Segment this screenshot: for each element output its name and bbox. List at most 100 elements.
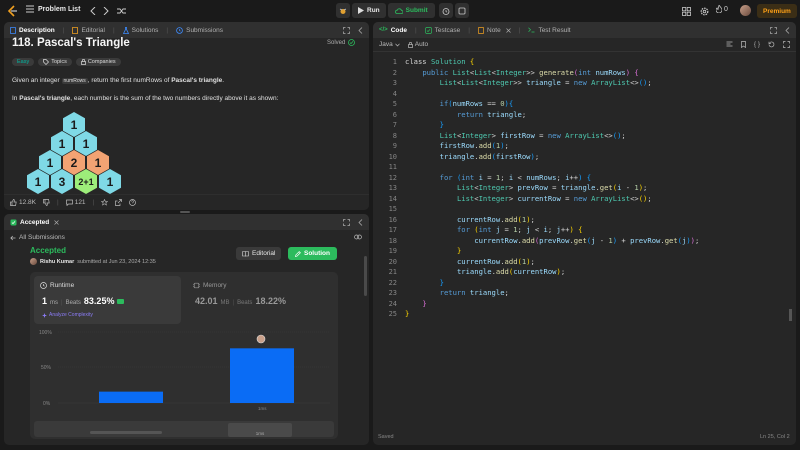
code-line[interactable]: 21 triangle.add(currentRow);	[373, 267, 791, 278]
triangle-cell: 2+1	[75, 169, 97, 194]
code-line[interactable]: 8 List<Integer> firstRow = new ArrayList…	[373, 131, 791, 142]
submit-button[interactable]: Submit	[387, 3, 435, 18]
tab-test-result[interactable]: Test Result	[528, 27, 571, 34]
next-problem-chevron-right-icon[interactable]	[101, 5, 111, 17]
submitter-name[interactable]: Rishu Kumar	[40, 259, 74, 265]
thumbs-down-icon[interactable]	[43, 199, 50, 206]
chart-bar[interactable]	[99, 391, 163, 403]
tab-solutions[interactable]: Solutions	[122, 27, 158, 34]
braces-icon[interactable]: { }	[754, 41, 760, 48]
maximize-icon[interactable]	[770, 26, 777, 34]
code-text: }	[439, 277, 444, 287]
code-line[interactable]: 13 List<Integer> prevRow = triangle.get(…	[373, 183, 791, 194]
comment-icon	[65, 199, 73, 206]
auto-mode[interactable]: Auto	[407, 41, 428, 48]
help-question-icon[interactable]	[129, 199, 137, 206]
collapse-chevron-icon[interactable]	[785, 26, 790, 34]
panel-scrollbar[interactable]	[364, 256, 367, 296]
tab-editorial[interactable]: Editorial	[72, 27, 105, 34]
shuffle-icon[interactable]	[115, 5, 127, 17]
tab-note[interactable]: Note	[478, 27, 511, 34]
code-line[interactable]: 24 }	[373, 299, 791, 310]
prev-problem-chevron-left-icon[interactable]	[88, 5, 98, 17]
code-line[interactable]: 2 public List<List<Integer>> generate(in…	[373, 68, 791, 79]
collapse-chevron-icon[interactable]	[358, 26, 363, 34]
link-icon[interactable]	[354, 234, 362, 240]
chart-range-scrubber[interactable]: 1ms	[34, 421, 334, 437]
close-tab-icon[interactable]	[505, 27, 511, 33]
chart-bar[interactable]	[230, 348, 294, 403]
debug-bug-icon[interactable]	[336, 3, 350, 18]
topics-tag[interactable]: Topics	[38, 58, 72, 66]
analyze-complexity-link[interactable]: Analyze Complexity	[42, 312, 93, 318]
vertical-resize-handle[interactable]	[180, 211, 190, 213]
bookmark-icon[interactable]	[740, 41, 746, 48]
like-button[interactable]: 12.8K	[10, 199, 36, 206]
code-line[interactable]: 4	[373, 89, 791, 100]
leetcode-logo-icon[interactable]	[6, 5, 18, 17]
code-line[interactable]: 22 }	[373, 278, 791, 289]
comments-button[interactable]: 121	[65, 199, 86, 206]
scrubber-window[interactable]: 1ms	[228, 423, 292, 437]
format-align-icon[interactable]	[726, 41, 733, 48]
layout-grid-icon[interactable]	[680, 5, 692, 17]
triangle-cell: 1	[99, 169, 121, 194]
current-user-marker[interactable]	[256, 334, 266, 344]
code-line[interactable]: 7 }	[373, 120, 791, 131]
code-line[interactable]: 16 currentRow.add(1);	[373, 215, 791, 226]
editorial-button[interactable]: Editorial	[236, 247, 282, 260]
memory-beats: 18.22%	[255, 296, 286, 306]
back-to-submissions[interactable]: All Submissions	[10, 234, 65, 241]
tab-submissions[interactable]: Submissions	[176, 27, 223, 34]
alarm-clock-icon[interactable]	[438, 3, 453, 18]
code-text: List<Integer> prevRow = triangle.get(i -…	[456, 183, 648, 192]
user-avatar[interactable]	[740, 5, 751, 16]
code-line[interactable]: 1 class Solution {	[373, 57, 791, 68]
code-line[interactable]: 15	[373, 204, 791, 215]
settings-gear-icon[interactable]	[698, 5, 710, 17]
reset-icon[interactable]	[768, 41, 775, 48]
companies-tag[interactable]: Companies	[75, 58, 121, 66]
runtime-unit: ms	[50, 300, 59, 306]
code-line[interactable]: 19 }	[373, 246, 791, 257]
streak-counter[interactable]: 0	[716, 5, 728, 13]
runtime-card[interactable]: Runtime 1 ms | Beats 83.25% Analyze Comp…	[34, 276, 181, 324]
code-line[interactable]: 20 currentRow.add(1);	[373, 257, 791, 268]
star-icon[interactable]	[101, 199, 109, 206]
notes-icon[interactable]	[454, 3, 469, 18]
share-icon[interactable]	[115, 199, 123, 206]
code-line[interactable]: 3 List<List<Integer>> triangle = new Arr…	[373, 78, 791, 89]
line-number: 10	[388, 152, 397, 161]
desc-bold: Pascal's triangle	[19, 95, 71, 102]
code-line[interactable]: 9 firstRow.add(1);	[373, 141, 791, 152]
language-select[interactable]: Java	[379, 41, 400, 48]
collapse-chevron-icon[interactable]	[358, 218, 363, 226]
maximize-icon[interactable]	[343, 26, 350, 34]
code-area[interactable]: 1 class Solution {2 public List<List<Inte…	[373, 55, 791, 355]
code-line[interactable]: 14 List<Integer> currentRow = new ArrayL…	[373, 194, 791, 205]
code-line[interactable]: 6 return triangle;	[373, 110, 791, 121]
tab-code[interactable]: </> Code	[379, 27, 407, 34]
memory-card[interactable]: Memory 42.01 MB | Beats 18.22%	[187, 276, 334, 324]
solution-button[interactable]: Solution	[288, 247, 337, 260]
submitter-avatar[interactable]	[30, 258, 37, 265]
code-line[interactable]: 11	[373, 162, 791, 173]
code-line[interactable]: 18 currentRow.add(prevRow.get(j - 1) + p…	[373, 236, 791, 247]
editor-scrollbar[interactable]	[789, 309, 792, 321]
code-line[interactable]: 10 triangle.add(firstRow);	[373, 152, 791, 163]
difficulty-badge[interactable]: Easy	[12, 58, 35, 66]
code-line[interactable]: 12 for (int i = 1; i < numRows; i++) {	[373, 173, 791, 184]
premium-button[interactable]: Premium	[757, 4, 797, 18]
code-line[interactable]: 23 return triangle;	[373, 288, 791, 299]
tab-accepted[interactable]: Accepted	[10, 219, 60, 226]
code-line[interactable]: 17 for (int j = 1; j < i; j++) {	[373, 225, 791, 236]
code-line[interactable]: 25}	[373, 309, 791, 320]
close-tab-icon[interactable]	[54, 219, 60, 225]
run-button[interactable]: Run	[352, 3, 386, 18]
code-line[interactable]: 5 if(numRows == 0){	[373, 99, 791, 110]
tab-description[interactable]: Description	[10, 27, 55, 34]
fullscreen-icon[interactable]	[783, 41, 790, 48]
problem-list-link[interactable]: Problem List	[26, 5, 80, 13]
tab-testcase[interactable]: Testcase	[424, 27, 460, 34]
maximize-icon[interactable]	[343, 218, 350, 226]
